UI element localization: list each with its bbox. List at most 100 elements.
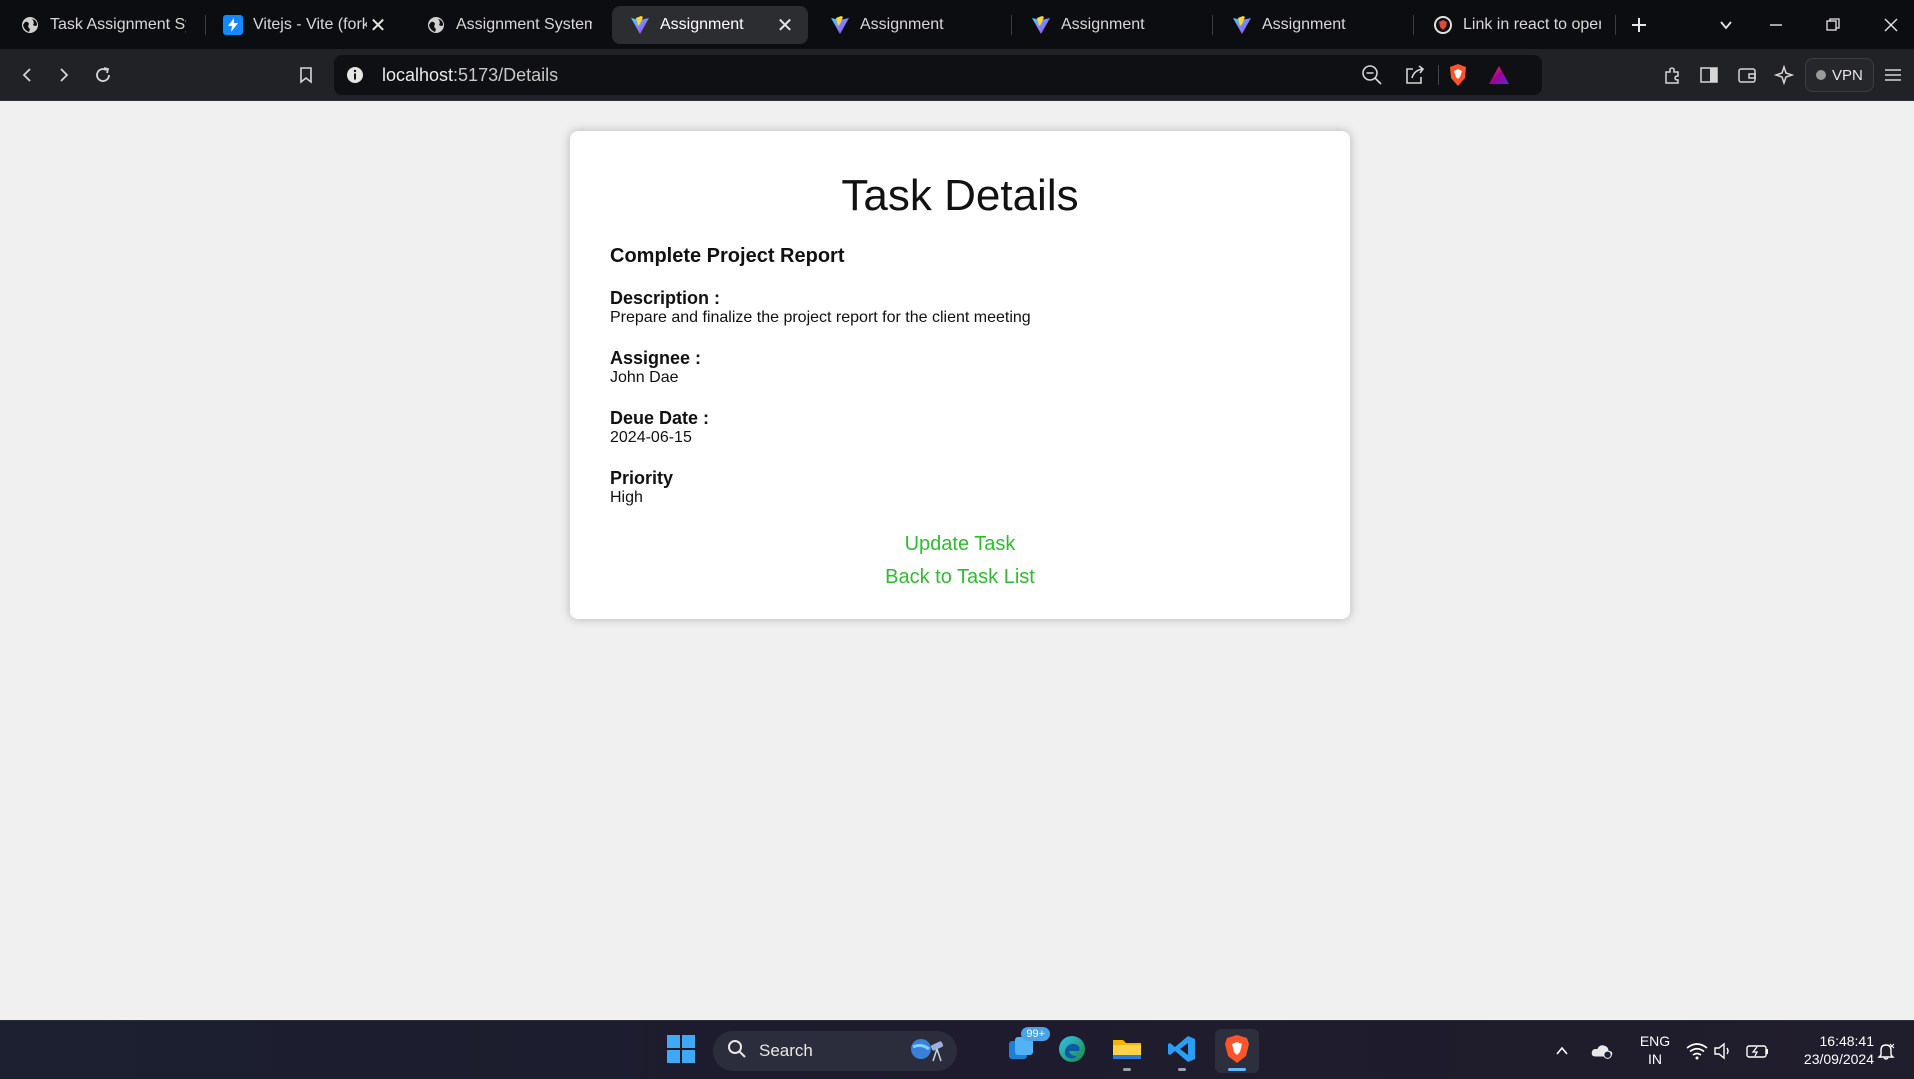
vpn-button[interactable]: VPN	[1805, 58, 1874, 92]
vpn-label: VPN	[1832, 66, 1863, 84]
language-indicator[interactable]: ENG IN	[1635, 1032, 1675, 1068]
task-actions: Update Task Back to Task List	[610, 528, 1310, 594]
tab-assignment-4[interactable]: Assignment	[1214, 6, 1410, 44]
minimize-icon[interactable]	[1761, 10, 1791, 40]
search-icon	[727, 1039, 747, 1064]
windows-taskbar: Search 99+ ENG IN 16:48:41 23/09/2024	[0, 1020, 1914, 1079]
running-indicator	[1228, 1068, 1246, 1071]
tab-separator	[1615, 15, 1616, 35]
globe-icon	[20, 15, 40, 35]
reload-icon[interactable]	[88, 60, 118, 90]
assignee-value: John Dae	[610, 369, 679, 386]
running-indicator	[1123, 1068, 1131, 1071]
windows-logo-icon	[666, 1034, 696, 1069]
tab-separator	[1413, 15, 1414, 35]
close-icon[interactable]: ✕	[774, 13, 796, 38]
new-tab-plus-icon[interactable]	[1624, 10, 1654, 40]
tab-task-assignment-system[interactable]: Task Assignment Syst	[2, 6, 198, 44]
assignee-label: Assignee :	[610, 348, 702, 368]
page-title: Task Details	[841, 171, 1079, 220]
sidebar-toggle-icon[interactable]	[1694, 60, 1724, 90]
page-viewport: Task Details Complete Project Report Des…	[0, 101, 1914, 1020]
notification-badge: 99+	[1021, 1027, 1050, 1041]
description-label: Description :	[610, 288, 721, 308]
forward-arrow-icon[interactable]	[49, 60, 79, 90]
language-region: IN	[1648, 1051, 1662, 1067]
taskbar-app-vscode[interactable]	[1160, 1029, 1204, 1073]
close-icon[interactable]: ✕	[367, 13, 389, 38]
browser-toolbar: localhost:5173/Details VPN	[0, 49, 1914, 101]
tab-assignment-system[interactable]: Assignment System	[408, 6, 604, 44]
running-indicator	[1178, 1068, 1186, 1071]
description-field: Description : Prepare and finalize the p…	[610, 288, 1310, 328]
site-info-icon[interactable]	[346, 66, 364, 89]
vscode-icon	[1167, 1034, 1197, 1069]
taskbar-app-widgets[interactable]: 99+	[1000, 1027, 1050, 1073]
brave-browser-icon	[1223, 1034, 1251, 1069]
tab-assignment-3[interactable]: Assignment	[1013, 6, 1209, 44]
wallet-icon[interactable]	[1732, 60, 1762, 90]
system-clock[interactable]: 16:48:41 23/09/2024	[1780, 1032, 1874, 1068]
language-code: ENG	[1639, 1033, 1671, 1049]
vite-icon	[1232, 15, 1252, 35]
back-arrow-icon[interactable]	[12, 60, 42, 90]
edge-browser-icon	[1057, 1034, 1087, 1069]
omnibox-divider	[1438, 65, 1439, 85]
close-window-icon[interactable]	[1876, 10, 1906, 40]
back-to-task-list-link[interactable]: Back to Task List	[610, 561, 1310, 594]
clock-time: 16:48:41	[1819, 1033, 1875, 1049]
browser-tab-strip: Task Assignment Syst Vitejs - Vite (fork…	[0, 0, 1914, 49]
update-task-link[interactable]: Update Task	[610, 528, 1310, 561]
vpn-status-dot-icon	[1816, 70, 1826, 80]
menu-hamburger-icon[interactable]	[1878, 60, 1908, 90]
brave-shield-icon	[1433, 15, 1453, 35]
tab-assignment-2[interactable]: Assignment	[812, 6, 1008, 44]
taskbar-app-brave[interactable]	[1215, 1029, 1259, 1073]
search-highlight-telescope-icon	[907, 1035, 947, 1068]
leo-ai-icon[interactable]	[1769, 60, 1799, 90]
zoom-out-icon[interactable]	[1361, 64, 1383, 91]
due-date-value: 2024-06-15	[610, 429, 692, 446]
brave-shields-icon[interactable]	[1447, 63, 1469, 92]
notification-bell-icon[interactable]	[1874, 1039, 1898, 1063]
taskbar-app-edge[interactable]	[1050, 1029, 1094, 1073]
tab-vitejs[interactable]: Vitejs - Vite (fork ✕	[205, 6, 401, 44]
tab-separator	[1212, 15, 1213, 35]
battery-charging-icon[interactable]	[1746, 1039, 1770, 1063]
due-date-field: Deue Date : 2024-06-15	[610, 408, 1310, 448]
start-button[interactable]	[659, 1029, 703, 1073]
assignee-field: Assignee : John Dae	[610, 348, 1310, 388]
show-hidden-icons-chevron-up-icon[interactable]	[1550, 1039, 1574, 1063]
priority-value: High	[610, 489, 643, 506]
task-details-card: Task Details Complete Project Report Des…	[570, 131, 1350, 619]
task-title: Complete Project Report	[610, 245, 845, 267]
due-date-label: Deue Date :	[610, 408, 710, 428]
tab-search-chevron-down-icon[interactable]	[1711, 10, 1741, 40]
priority-field: Priority High	[610, 468, 1310, 508]
share-icon[interactable]	[1404, 64, 1426, 91]
url-path: :5173/Details	[453, 65, 559, 85]
description-value: Prepare and finalize the project report …	[610, 309, 1031, 326]
extensions-icon[interactable]	[1657, 60, 1687, 90]
tab-assignment-active[interactable]: Assignment ✕	[612, 6, 808, 44]
tab-link-in-react[interactable]: Link in react to open	[1415, 6, 1613, 44]
tab-separator	[1011, 15, 1012, 35]
volume-icon[interactable]	[1712, 1039, 1736, 1063]
stackblitz-icon	[223, 15, 243, 35]
vite-icon	[630, 15, 650, 35]
file-explorer-folder-icon	[1111, 1035, 1143, 1068]
url-host: localhost	[382, 65, 454, 85]
priority-label: Priority	[610, 468, 674, 488]
taskbar-app-file-explorer[interactable]	[1105, 1029, 1149, 1073]
restore-icon[interactable]	[1818, 10, 1848, 40]
wifi-icon[interactable]	[1685, 1039, 1709, 1063]
search-label: Search	[759, 1041, 813, 1060]
taskbar-search-box[interactable]: Search	[713, 1031, 957, 1071]
vite-icon	[830, 15, 850, 35]
clock-date: 23/09/2024	[1803, 1051, 1874, 1067]
brave-rewards-icon[interactable]	[1488, 65, 1510, 90]
bookmark-icon[interactable]	[291, 60, 321, 90]
address-bar[interactable]: localhost:5173/Details	[334, 55, 1542, 95]
onedrive-cloud-icon[interactable]	[1590, 1039, 1614, 1063]
url-text[interactable]: localhost:5173/Details	[382, 65, 558, 86]
